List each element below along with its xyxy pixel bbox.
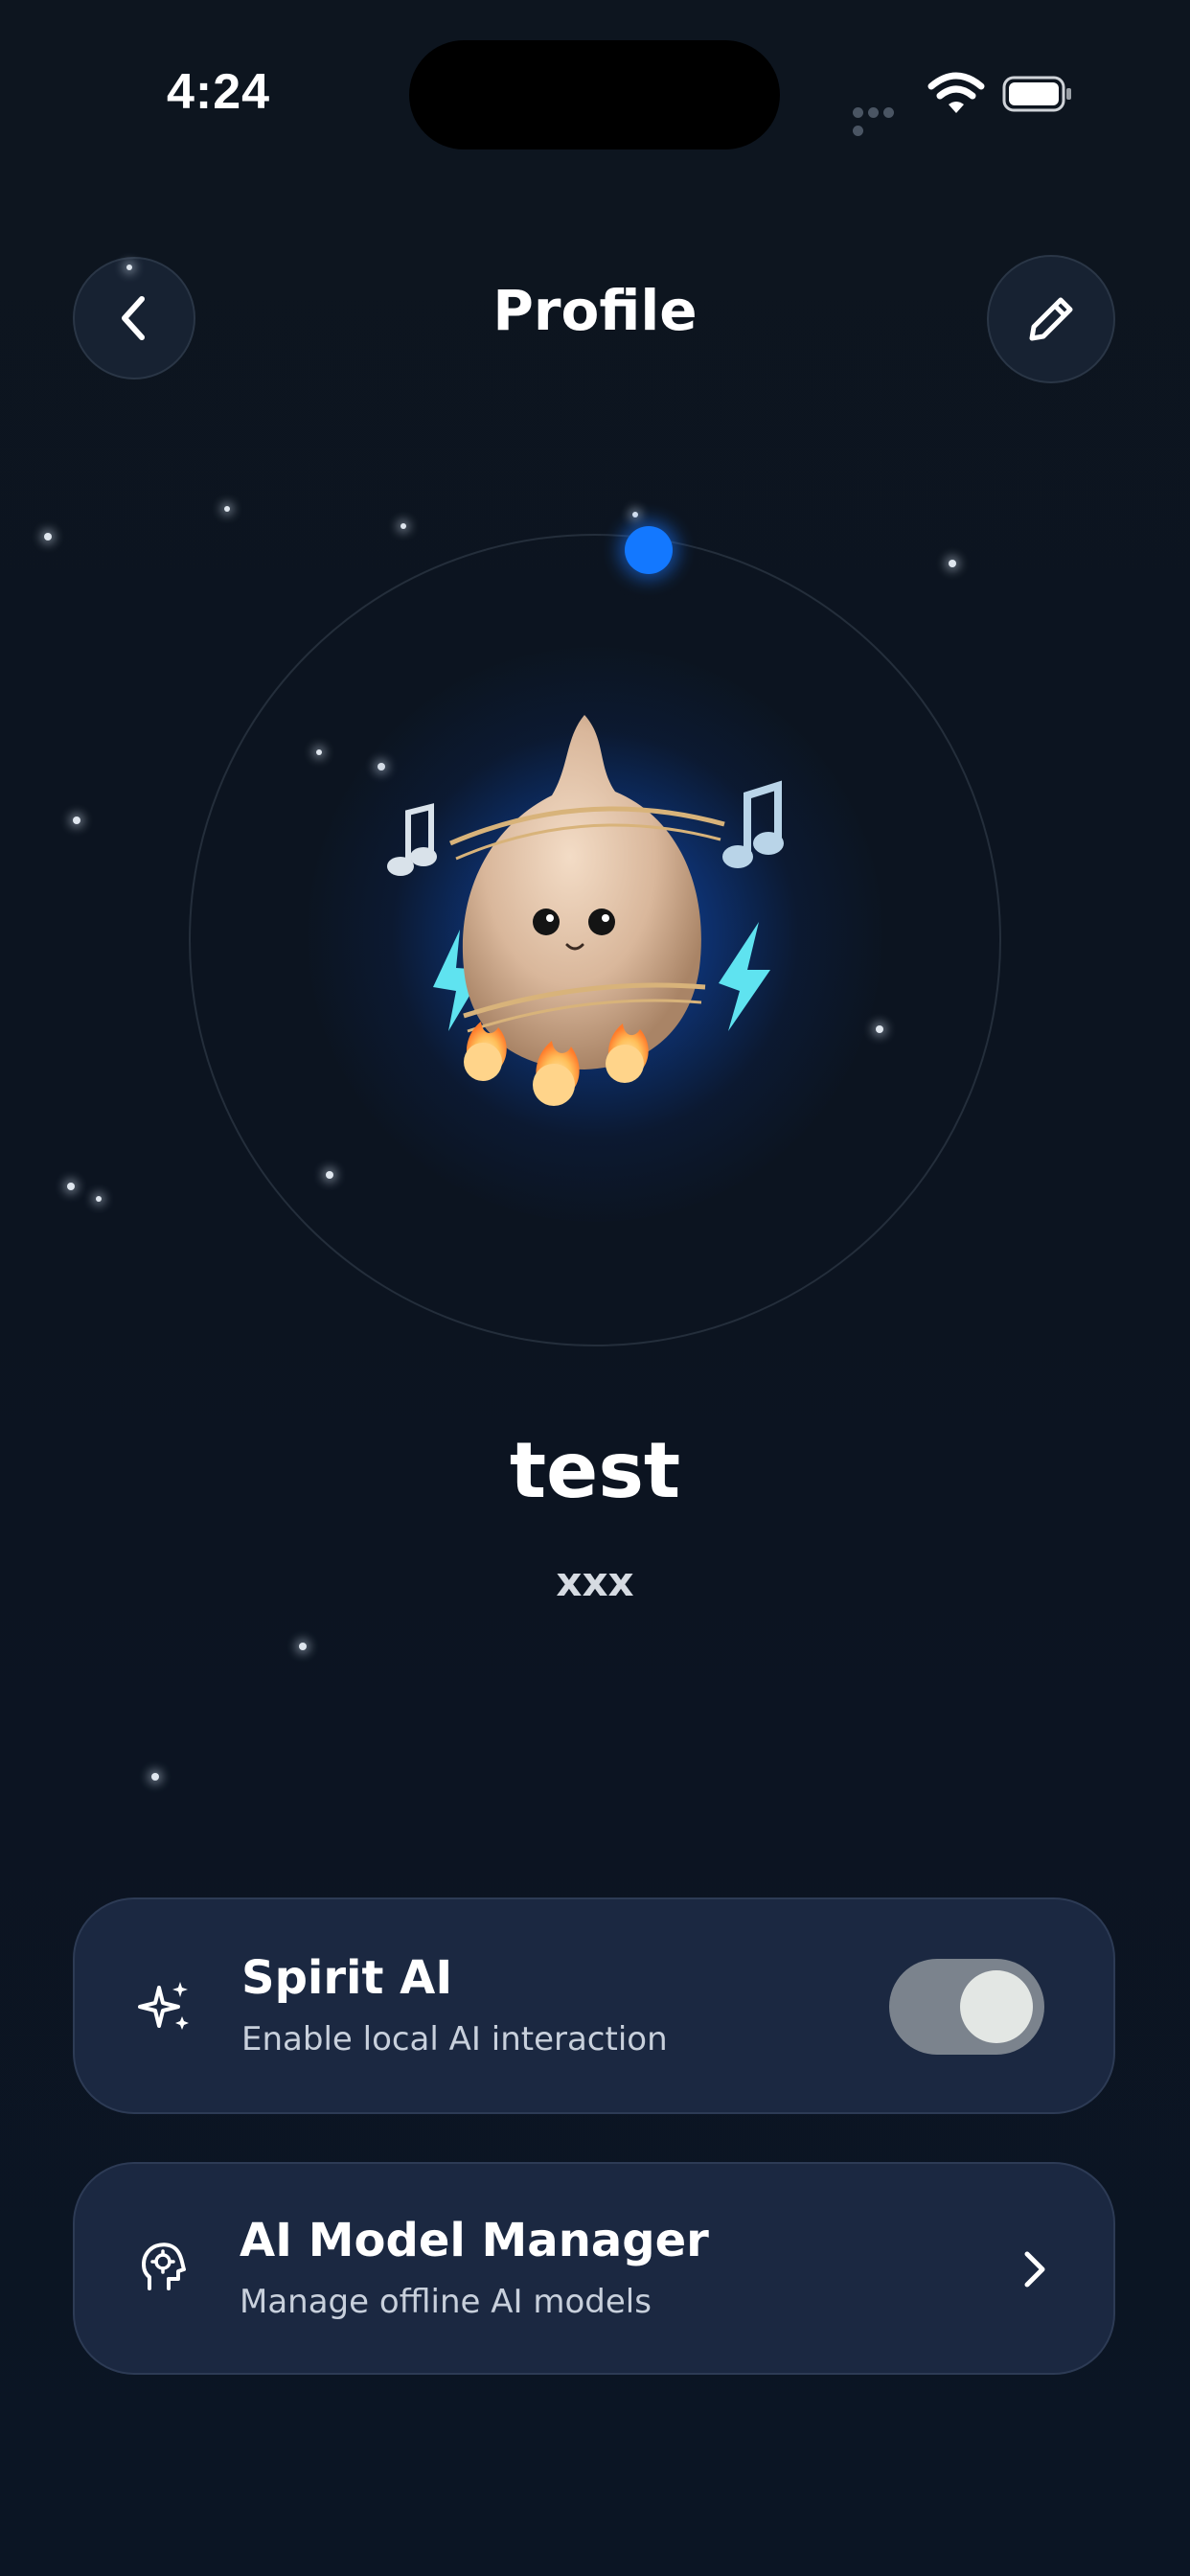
dynamic-island	[409, 40, 780, 150]
star-particle	[44, 533, 52, 540]
sparkles-icon	[138, 1982, 189, 2030]
spirit-ai-subtitle: Enable local AI interaction	[241, 2020, 668, 2058]
star-particle	[96, 1196, 102, 1202]
ai-model-manager-card[interactable]	[73, 2162, 1115, 2375]
profile-name: test	[509, 1426, 681, 1515]
spirit-avatar[interactable]	[364, 700, 805, 1140]
star-particle	[400, 523, 406, 529]
battery-icon	[1002, 76, 1071, 112]
star-particle	[67, 1183, 75, 1190]
star-particle	[73, 816, 80, 824]
star-particle	[224, 506, 230, 512]
spirit-ai-toggle[interactable]	[889, 1959, 1044, 2055]
ai-model-manager-title: AI Model Manager	[240, 2214, 709, 2267]
edit-profile-button[interactable]	[987, 255, 1115, 383]
ai-model-manager-subtitle: Manage offline AI models	[240, 2283, 652, 2321]
music-note-icon	[387, 803, 437, 876]
spirit-ai-title: Spirit AI	[241, 1951, 453, 2005]
cellular-signal-icon	[853, 104, 912, 136]
status-time: 4:24	[167, 64, 271, 120]
star-particle	[126, 264, 132, 270]
music-note-icon	[722, 780, 784, 868]
orbit-dot	[625, 526, 673, 574]
wifi-icon	[927, 72, 985, 113]
star-particle	[151, 1773, 159, 1781]
lightning-icon	[719, 922, 770, 1031]
star-particle	[632, 512, 638, 518]
pencil-icon	[1029, 297, 1073, 341]
star-particle	[949, 560, 956, 567]
chevron-right-icon	[1024, 2251, 1045, 2288]
toggle-knob	[960, 1970, 1033, 2043]
star-particle	[299, 1643, 307, 1650]
brain-head-icon	[142, 2242, 186, 2290]
profile-handle: xxx	[556, 1558, 634, 1605]
